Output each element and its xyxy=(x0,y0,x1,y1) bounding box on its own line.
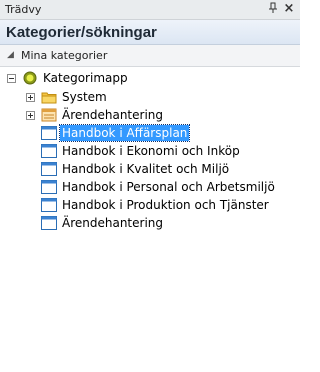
tree-folder-label[interactable]: Ärendehantering xyxy=(60,107,165,123)
tree-item-label[interactable]: Handbok i Personal och Arbetsmiljö xyxy=(60,179,277,195)
tree-item-row[interactable]: Handbok i Ekonomi och Inköp xyxy=(0,142,300,160)
panel-title: Kategorier/sökningar xyxy=(6,24,157,41)
tree-item-row[interactable]: Handbok i Produktion och Tjänster xyxy=(0,196,300,214)
tree-item-label[interactable]: Handbok i Affärsplan xyxy=(58,124,191,142)
folder-icon xyxy=(41,90,57,104)
window-icon xyxy=(41,126,57,140)
group-header-mina-kategorier[interactable]: ◢ Mina kategorier xyxy=(0,45,300,67)
close-icon[interactable]: × xyxy=(283,2,295,16)
window-icon xyxy=(41,216,57,230)
tree-folder-row[interactable]: Ärendehantering xyxy=(0,106,300,124)
window-icon xyxy=(41,180,57,194)
window-icon xyxy=(41,162,57,176)
pin-icon[interactable] xyxy=(267,2,279,16)
group-label: Mina kategorier xyxy=(21,49,108,62)
case-folder-icon xyxy=(41,108,57,122)
tree-item-label[interactable]: Handbok i Ekonomi och Inköp xyxy=(60,143,242,159)
tree-item-label[interactable]: Handbok i Produktion och Tjänster xyxy=(60,197,271,213)
tree-item-row[interactable]: Ärendehantering xyxy=(0,214,300,232)
tree-item-row[interactable]: Handbok i Kvalitet och Miljö xyxy=(0,160,300,178)
tree-root-row[interactable]: Kategorimapp xyxy=(0,69,300,87)
window-titlebar: Trädvy × xyxy=(0,0,300,20)
window-icon xyxy=(41,198,57,212)
tree-root-label[interactable]: Kategorimapp xyxy=(41,70,130,86)
collapse-arrow-icon[interactable]: ◢ xyxy=(7,50,14,60)
tree-item-label[interactable]: Handbok i Kvalitet och Miljö xyxy=(60,161,231,177)
tree-item-row[interactable]: Handbok i Affärsplan xyxy=(0,124,300,142)
tree-folder-row[interactable]: System xyxy=(0,88,300,106)
window-icon xyxy=(41,144,57,158)
expand-toggle-icon[interactable] xyxy=(26,93,35,102)
tree-folder-label[interactable]: System xyxy=(60,89,109,105)
panel-header: Kategorier/sökningar xyxy=(0,20,300,45)
window-title: Trädvy xyxy=(5,3,42,16)
collapse-toggle-icon[interactable] xyxy=(7,74,16,83)
tree-item-label[interactable]: Ärendehantering xyxy=(60,215,165,231)
tree-item-row[interactable]: Handbok i Personal och Arbetsmiljö xyxy=(0,178,300,196)
expand-toggle-icon[interactable] xyxy=(26,111,35,120)
category-root-icon xyxy=(23,71,39,85)
